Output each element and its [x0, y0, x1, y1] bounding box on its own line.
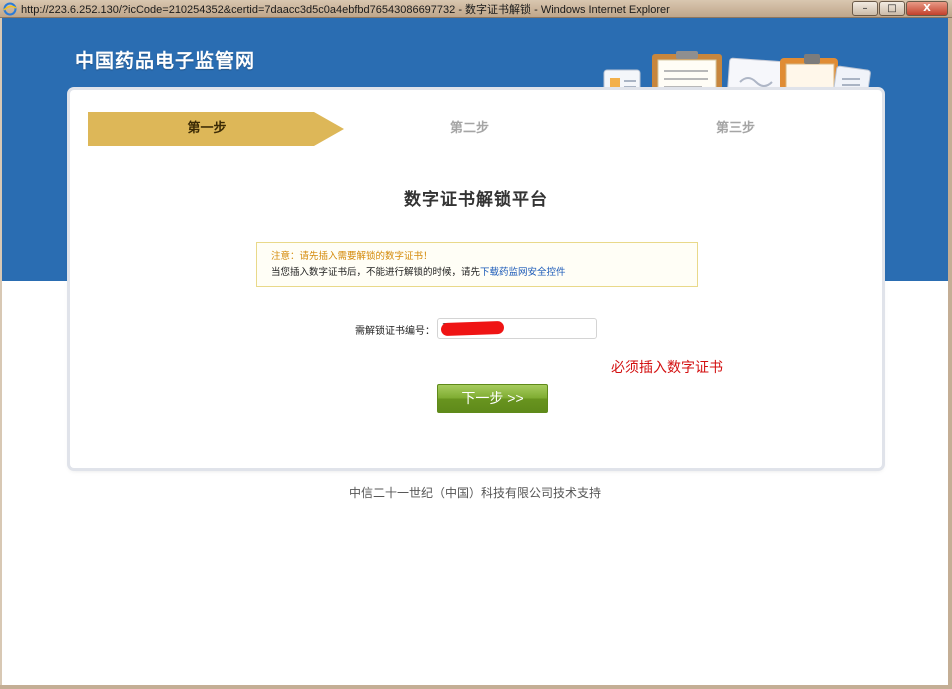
- step-3-label: 第三步: [716, 121, 756, 136]
- ie-icon: [3, 2, 17, 15]
- download-control-link[interactable]: 下载药监网安全控件: [480, 267, 566, 278]
- next-step-button[interactable]: 下一步 >>: [437, 384, 548, 413]
- site-title: 中国药品电子监管网: [75, 50, 256, 72]
- notice-instruction-text: 当您插入数字证书后，不能进行解锁的时候，请先: [271, 267, 481, 278]
- step-1: 第一步: [88, 112, 344, 146]
- window-title: http://223.6.252.130/?icCode=210254352&c…: [21, 3, 670, 16]
- main-panel: 第一步 第二步 第三步 数字证书解锁平台 注意：请先插入需要解锁的数字证书！ 当…: [70, 90, 882, 468]
- maximize-button[interactable]: □: [879, 1, 905, 16]
- step-2-label: 第二步: [450, 121, 490, 136]
- notice-box: 注意：请先插入需要解锁的数字证书！ 当您插入数字证书后，不能进行解锁的时候，请先…: [256, 242, 698, 287]
- redaction-mark: [440, 320, 505, 337]
- notice-warning: 注意：请先插入需要解锁的数字证书！: [271, 251, 433, 262]
- step-1-label: 第一步: [187, 121, 227, 136]
- browser-content: 中国药品电子监管网 第一步 第二步 第三步 数字证书解锁平台 注意：请先插入需要…: [2, 18, 948, 685]
- step-progress: 第一步 第二步 第三步: [88, 112, 868, 146]
- window-titlebar: http://223.6.252.130/?icCode=210254352&c…: [0, 0, 952, 18]
- window-frame-bottom: [0, 685, 952, 689]
- minimize-button[interactable]: –: [852, 1, 878, 16]
- footer-support: 中信二十一世纪（中国）科技有限公司技术支持: [348, 486, 601, 500]
- window-frame-right: [948, 18, 952, 689]
- page-title: 数字证书解锁平台: [404, 190, 548, 210]
- window-controls: – □ X: [852, 1, 948, 16]
- notice-instruction: 当您插入数字证书后，不能进行解锁的时候，请先下载药监网安全控件: [271, 265, 697, 281]
- cert-number-row: 需解锁证书编号： 210254352: [70, 318, 882, 340]
- cert-number-label: 需解锁证书编号：: [355, 326, 435, 337]
- required-message: 必须插入数字证书: [611, 359, 723, 375]
- close-button[interactable]: X: [906, 1, 948, 16]
